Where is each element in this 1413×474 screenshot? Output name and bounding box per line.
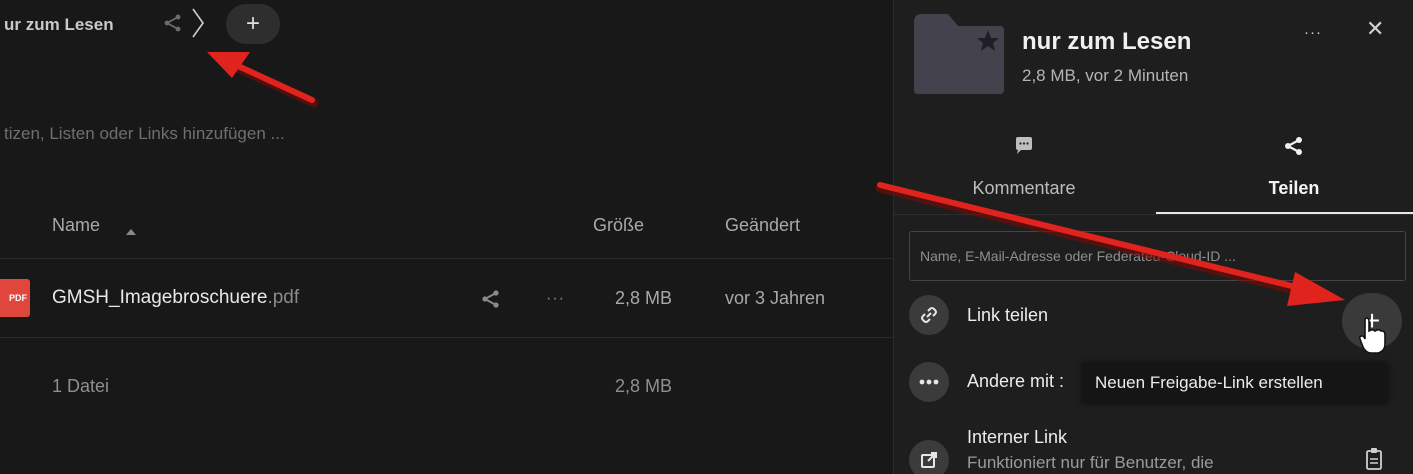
sort-ascending-icon[interactable] bbox=[126, 229, 136, 235]
plus-icon: + bbox=[1363, 305, 1381, 336]
column-header-size[interactable]: Größe bbox=[593, 215, 644, 236]
breadcrumb: ur zum Lesen bbox=[0, 8, 114, 42]
external-link-icon bbox=[909, 440, 949, 474]
file-modified: vor 3 Jahren bbox=[725, 288, 826, 308]
internal-link-description: Funktioniert nur für Benutzer, die bbox=[967, 453, 1214, 472]
breadcrumb-separator-icon bbox=[192, 8, 204, 38]
add-share-link-button[interactable]: + bbox=[1342, 293, 1402, 349]
summary-size: 2,8 MB bbox=[615, 376, 673, 396]
file-name[interactable]: GMSH_Imagebroschuere.pdf bbox=[52, 287, 299, 309]
share-link-label: Link teilen bbox=[967, 305, 1049, 325]
breadcrumb-current-folder[interactable]: ur zum Lesen bbox=[4, 15, 114, 35]
tab-comments[interactable]: Kommentare bbox=[954, 126, 1094, 216]
more-actions-button[interactable]: ··· bbox=[546, 290, 565, 308]
folder-icon bbox=[914, 14, 1004, 94]
files-panel: ur zum Lesen + tizen, Listen oder Links … bbox=[0, 0, 893, 474]
details-sidebar: nur zum Lesen 2,8 MB, vor 2 Minuten ··· … bbox=[893, 0, 1413, 474]
internal-link-label: Interner Link bbox=[967, 427, 1068, 447]
divider bbox=[0, 337, 893, 338]
tab-share[interactable]: Teilen bbox=[1194, 126, 1394, 216]
comment-icon bbox=[1016, 137, 1032, 154]
share-icon[interactable] bbox=[480, 288, 502, 310]
divider bbox=[0, 258, 893, 259]
plus-icon: + bbox=[245, 10, 260, 37]
file-size: 2,8 MB bbox=[615, 288, 673, 308]
file-extension: .pdf bbox=[267, 287, 300, 308]
sidebar-more-button[interactable]: ··· bbox=[1304, 24, 1322, 41]
sidebar-subtitle: 2,8 MB, vor 2 Minuten bbox=[1022, 66, 1189, 85]
new-item-button[interactable]: + bbox=[226, 4, 280, 44]
pdf-file-icon: PDF bbox=[0, 279, 30, 317]
sidebar-title: nur zum Lesen bbox=[1022, 28, 1192, 55]
clipboard-icon[interactable] bbox=[1364, 447, 1384, 471]
share-icon[interactable] bbox=[162, 12, 184, 34]
summary-count: 1 Datei bbox=[52, 376, 110, 396]
others-with-access-label: Andere mit : bbox=[967, 371, 1065, 391]
column-header-modified[interactable]: Geändert bbox=[725, 215, 800, 236]
divider bbox=[894, 214, 1413, 215]
link-icon bbox=[909, 295, 949, 335]
tab-label: Teilen bbox=[1268, 178, 1320, 198]
tooltip: Neuen Freigabe-Link erstellen bbox=[1082, 363, 1388, 403]
tab-label: Kommentare bbox=[972, 178, 1076, 198]
notes-placeholder[interactable]: tizen, Listen oder Links hinzufügen ... bbox=[4, 124, 285, 144]
close-icon[interactable]: ✕ bbox=[1366, 18, 1384, 40]
more-icon bbox=[909, 362, 949, 402]
column-header-name[interactable]: Name bbox=[52, 215, 100, 236]
share-icon bbox=[1285, 137, 1302, 155]
share-with-input[interactable] bbox=[909, 231, 1406, 281]
